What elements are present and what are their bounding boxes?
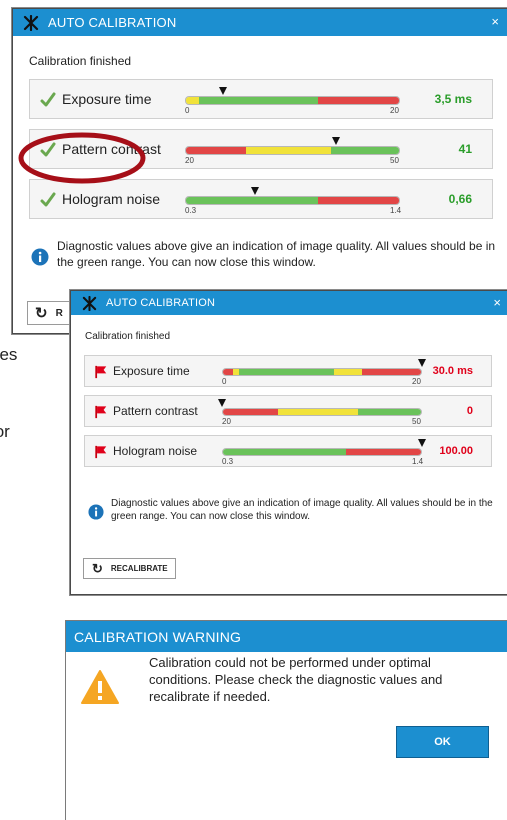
check-icon [40,92,56,113]
range-max-label: 50 [390,156,399,165]
quality-range-bar [185,96,400,105]
metric-value: 30.0 ms [432,365,473,377]
range-segment-green [238,369,334,375]
info-text: Diagnostic values above give an indicati… [111,498,493,522]
close-button[interactable]: × [491,14,499,29]
range-min-label: 0.3 [185,206,197,215]
dialog-title: AUTO CALIBRATION [106,297,216,309]
metric-label: Exposure time [113,364,190,378]
range-max-label: 1.4 [390,206,402,215]
range-segment-red [186,147,246,154]
calibration-warning-dialog: CALIBRATION WARNING Calibration could no… [65,620,507,820]
range-segment-yellow [245,147,331,154]
recalibrate-button-label: RECALIBRATE [110,564,168,573]
range-max-label: 1.4 [412,457,424,466]
metric-value: 100.00 [439,445,473,457]
range-segment-green [223,449,346,455]
value-marker [418,359,426,367]
dialog-titlebar: AUTO CALIBRATION × [71,291,507,315]
range-segment-red [223,369,233,375]
metric-value: 41 [458,142,472,156]
range-segment-yellow [186,97,199,104]
range-max-label: 20 [412,377,421,386]
auto-calibration-dialog-2: AUTO CALIBRATION × Calibration finished … [70,290,507,595]
refresh-icon: ↻ [92,560,103,576]
flag-icon [94,365,108,384]
calibration-logo-icon [20,12,42,34]
auto-calibration-dialog-1: AUTO CALIBRATION × Calibration finished … [12,8,507,334]
range-segment-red [318,97,399,104]
quality-range-bar [185,196,400,205]
metric-value: 3,5 ms [434,92,472,106]
metric-row-hologram-noise: Hologram noise 0.3 1.4 100.00 [84,435,492,467]
close-button[interactable]: × [493,295,501,310]
ok-button[interactable]: OK [396,726,489,758]
metric-label: Hologram noise [62,191,161,207]
flag-icon [94,405,108,424]
value-marker [418,439,426,447]
metric-row-exposure-time: Exposure time 0 20 30.0 ms [84,355,492,387]
range-segment-yellow [333,369,362,375]
metric-value: 0,66 [448,192,472,206]
recalibrate-button[interactable]: ↻ RECALIBRATE [83,558,176,579]
metric-row-pattern-contrast: Pattern contrast 20 50 0 [84,395,492,427]
value-marker [218,87,227,95]
refresh-icon: ↻ [35,305,48,322]
status-subtitle: Calibration finished [85,331,171,342]
range-max-label: 20 [390,106,399,115]
side-text-line1: ues [0,345,18,364]
status-subtitle: Calibration finished [29,54,132,68]
quality-range-bar [222,368,422,376]
side-text-line2: for [0,422,10,441]
range-segment-green [330,147,399,154]
flag-icon [94,445,108,464]
range-segment-yellow [278,409,358,415]
range-segment-green [198,97,319,104]
range-min-label: 20 [222,417,231,426]
info-panel: Diagnostic values above give an indicati… [88,497,498,525]
quality-range-bar [185,146,400,155]
warning-title: CALIBRATION WARNING [66,621,507,652]
range-min-label: 0.3 [222,457,234,466]
info-panel: Diagnostic values above give an indicati… [31,238,499,271]
range-segment-red [345,449,421,455]
value-marker [251,187,260,195]
range-min-label: 20 [185,156,194,165]
check-icon [40,192,56,213]
metric-label: Exposure time [62,91,152,107]
metric-row-exposure-time: Exposure time 0 20 3,5 ms [29,79,493,119]
recalibrate-button-label: R [55,307,63,319]
range-segment-red [361,369,421,375]
info-text: Diagnostic values above give an indicati… [57,239,496,269]
metric-value: 0 [466,405,473,417]
value-marker [218,399,226,407]
range-min-label: 0 [185,106,190,115]
warning-message: Calibration could not be performed under… [149,655,443,704]
dialog-titlebar: AUTO CALIBRATION × [13,9,507,36]
calibration-logo-icon [78,292,100,314]
metric-label: Hologram noise [113,444,198,458]
metric-label: Pattern contrast [113,404,198,418]
range-max-label: 50 [412,417,421,426]
quality-range-bar [222,448,422,456]
annotation-ellipse [18,132,146,184]
dialog-title: AUTO CALIBRATION [48,15,177,30]
value-marker [331,137,340,145]
range-segment-green [186,197,319,204]
range-segment-red [223,409,279,415]
range-segment-red [318,197,399,204]
quality-range-bar [222,408,422,416]
range-min-label: 0 [222,377,227,386]
info-icon [31,248,49,271]
range-segment-green [357,409,421,415]
warning-icon [80,669,120,710]
info-icon [88,504,104,525]
